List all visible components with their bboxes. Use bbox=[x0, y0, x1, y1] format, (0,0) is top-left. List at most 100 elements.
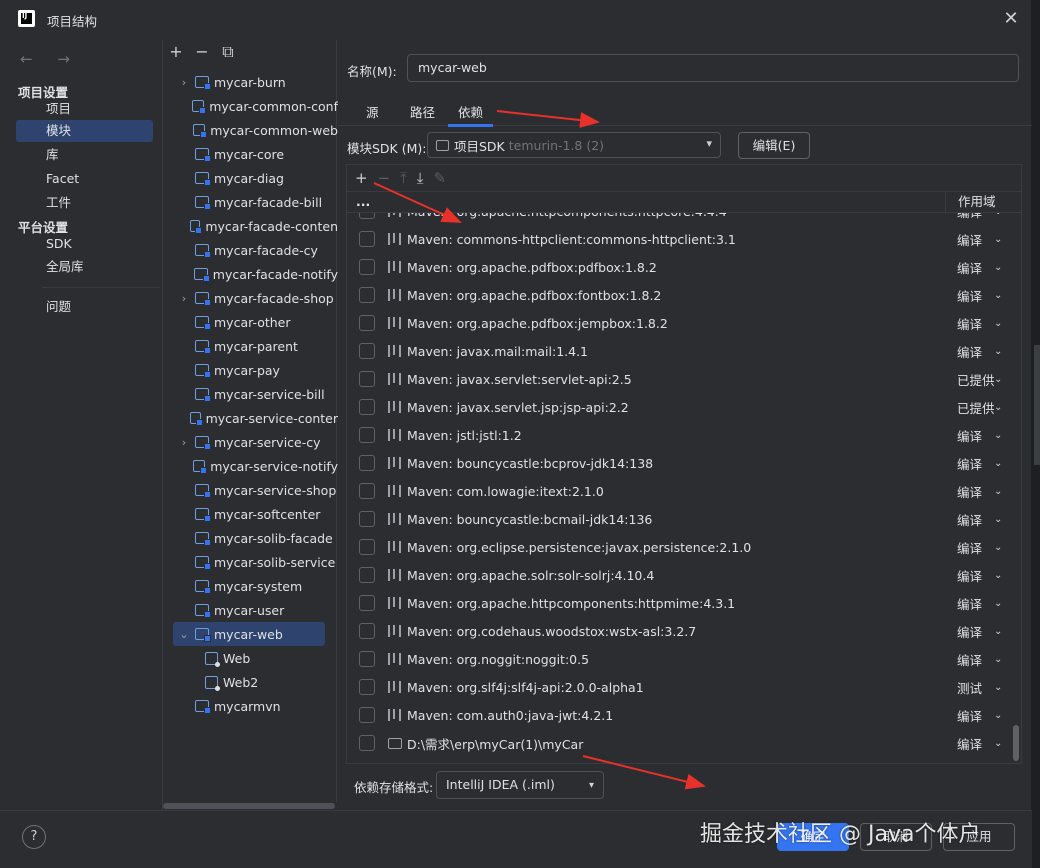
tree-module-item[interactable]: › mycar-facade-shop bbox=[163, 286, 338, 310]
chevron-down-icon[interactable]: ⌄ bbox=[994, 710, 1002, 721]
scope-select[interactable]: 测试 bbox=[957, 678, 982, 697]
scope-select[interactable]: 编译 bbox=[957, 650, 982, 669]
tree-module-item[interactable]: mycar-facade-conten bbox=[163, 214, 338, 238]
chevron-down-icon[interactable]: ⌄ bbox=[994, 318, 1002, 329]
tree-module-item[interactable]: mycar-parent bbox=[163, 334, 338, 358]
dependency-row[interactable]: Maven: com.auth0:java-jwt:4.2.1 编译 ⌄ bbox=[347, 701, 1013, 729]
dependency-row[interactable]: Maven: org.codehaus.woodstox:wstx-asl:3.… bbox=[347, 617, 1013, 645]
export-checkbox[interactable] bbox=[359, 259, 375, 275]
nav-item-global-libraries[interactable]: 全局库 bbox=[16, 256, 153, 278]
close-icon[interactable]: ✕ bbox=[1000, 8, 1022, 30]
help-icon[interactable]: ? bbox=[22, 825, 46, 849]
tree-horizontal-scrollbar[interactable] bbox=[163, 802, 338, 810]
tree-module-item[interactable]: mycar-other bbox=[163, 310, 338, 334]
dependency-row[interactable]: Maven: org.apache.pdfbox:fontbox:1.8.2 编译… bbox=[347, 281, 1013, 309]
export-checkbox[interactable] bbox=[359, 539, 375, 555]
export-checkbox[interactable] bbox=[359, 595, 375, 611]
dependency-row[interactable]: Maven: jstl:jstl:1.2 编译 ⌄ bbox=[347, 421, 1013, 449]
scope-select[interactable]: 编译 bbox=[957, 213, 982, 221]
remove-dependency-icon[interactable]: − bbox=[378, 169, 391, 187]
tree-module-item[interactable]: mycarmvn bbox=[163, 694, 338, 718]
module-name-input[interactable]: mycar-web bbox=[407, 54, 1019, 82]
scope-select[interactable]: 编译 bbox=[957, 454, 982, 473]
tree-module-item[interactable]: mycar-facade-notify bbox=[163, 262, 338, 286]
nav-item-libraries[interactable]: 库 bbox=[16, 144, 153, 166]
dependency-row[interactable]: Maven: javax.servlet:servlet-api:2.5 已提供 ⌄ bbox=[347, 365, 1013, 393]
chevron-down-icon[interactable]: ⌄ bbox=[994, 374, 1002, 385]
tree-module-item[interactable]: mycar-service-shop bbox=[163, 478, 338, 502]
export-checkbox[interactable] bbox=[359, 213, 375, 219]
chevron-down-icon[interactable]: ⌄ bbox=[994, 682, 1002, 693]
dependency-row[interactable]: Maven: bouncycastle:bcprov-jdk14:138 编译 ⌄ bbox=[347, 449, 1013, 477]
tab-dependencies[interactable]: 依赖 bbox=[447, 102, 494, 127]
export-checkbox[interactable] bbox=[359, 707, 375, 723]
tree-module-item[interactable]: › mycar-service-cy bbox=[163, 430, 338, 454]
nav-item-project[interactable]: 项目 bbox=[16, 98, 153, 120]
add-dependency-icon[interactable]: + bbox=[355, 169, 368, 187]
nav-item-sdks[interactable]: SDK bbox=[16, 233, 153, 255]
tree-module-item[interactable]: mycar-core bbox=[163, 142, 338, 166]
chevron-right-icon[interactable]: › bbox=[177, 436, 191, 449]
tree-module-item[interactable]: mycar-solib-service bbox=[163, 550, 338, 574]
chevron-down-icon[interactable]: ⌄ bbox=[994, 262, 1002, 273]
export-checkbox[interactable] bbox=[359, 343, 375, 359]
chevron-down-icon[interactable]: ⌄ bbox=[994, 402, 1002, 413]
chevron-down-icon[interactable]: ⌄ bbox=[994, 234, 1002, 245]
storage-format-select[interactable]: IntelliJ IDEA (.iml) ▾ bbox=[436, 771, 604, 799]
tab-sources[interactable]: 源 bbox=[366, 102, 379, 126]
export-checkbox[interactable] bbox=[359, 287, 375, 303]
tree-module-item[interactable]: mycar-diag bbox=[163, 166, 338, 190]
export-checkbox[interactable] bbox=[359, 735, 375, 751]
move-up-icon[interactable]: ⤒ bbox=[400, 169, 407, 187]
tree-module-item[interactable]: mycar-service-conter bbox=[163, 406, 338, 430]
export-checkbox[interactable] bbox=[359, 651, 375, 667]
copy-module-icon[interactable]: ⧉ bbox=[221, 42, 235, 64]
dependency-row[interactable]: Maven: org.apache.solr:solr-solrj:4.10.4… bbox=[347, 561, 1013, 589]
chevron-right-icon[interactable]: › bbox=[177, 76, 191, 89]
scope-select[interactable]: 编译 bbox=[957, 426, 982, 445]
dependency-row[interactable]: Maven: org.apache.httpcomponents:httpmim… bbox=[347, 589, 1013, 617]
export-checkbox[interactable] bbox=[359, 567, 375, 583]
tree-module-item[interactable]: mycar-solib-facade bbox=[163, 526, 338, 550]
nav-item-problems[interactable]: 问题 bbox=[16, 296, 153, 318]
chevron-down-icon[interactable]: ⌄ bbox=[994, 598, 1002, 609]
nav-item-artifacts[interactable]: 工件 bbox=[16, 192, 153, 214]
back-forward-arrows[interactable]: ← → bbox=[20, 50, 80, 68]
chevron-down-icon[interactable]: ⌄ bbox=[994, 654, 1002, 665]
scope-select[interactable]: 编译 bbox=[957, 230, 982, 249]
export-checkbox[interactable] bbox=[359, 679, 375, 695]
scope-select[interactable]: 编译 bbox=[957, 314, 982, 333]
export-checkbox[interactable] bbox=[359, 399, 375, 415]
export-checkbox[interactable] bbox=[359, 315, 375, 331]
module-sdk-select[interactable]: 项目SDK temurin-1.8 (2) ▾ bbox=[427, 132, 721, 158]
scope-select[interactable]: 编译 bbox=[957, 538, 982, 557]
dependency-row[interactable]: Maven: org.apache.pdfbox:jempbox:1.8.2 编译… bbox=[347, 309, 1013, 337]
chevron-down-icon[interactable]: ⌄ bbox=[994, 458, 1002, 469]
chevron-down-icon[interactable]: ⌄ bbox=[177, 628, 191, 641]
chevron-down-icon[interactable]: ⌄ bbox=[994, 486, 1002, 497]
dependency-row[interactable]: Maven: commons-httpclient:commons-httpcl… bbox=[347, 225, 1013, 253]
scope-select[interactable]: 编译 bbox=[957, 622, 982, 641]
tree-module-item[interactable]: mycar-facade-cy bbox=[163, 238, 338, 262]
chevron-down-icon[interactable]: ⌄ bbox=[994, 570, 1002, 581]
scope-select[interactable]: 编译 bbox=[957, 566, 982, 585]
chevron-down-icon[interactable]: ⌄ bbox=[994, 542, 1002, 553]
export-checkbox[interactable] bbox=[359, 623, 375, 639]
scope-select[interactable]: 编译 bbox=[957, 258, 982, 277]
scope-select[interactable]: 编译 bbox=[957, 706, 982, 725]
tree-module-item[interactable]: mycar-pay bbox=[163, 358, 338, 382]
scope-select[interactable]: 编译 bbox=[957, 510, 982, 529]
scope-select[interactable]: 已提供 bbox=[957, 370, 995, 389]
export-checkbox[interactable] bbox=[359, 511, 375, 527]
tree-module-item[interactable]: ⌄ mycar-web bbox=[163, 622, 338, 646]
dependency-row[interactable]: Maven: com.lowagie:itext:2.1.0 编译 ⌄ bbox=[347, 477, 1013, 505]
column-header-export[interactable]: ... bbox=[356, 194, 370, 209]
nav-item-facets[interactable]: Facet bbox=[16, 168, 153, 190]
dependency-row[interactable]: Maven: org.apache.pdfbox:pdfbox:1.8.2 编译 ⌄ bbox=[347, 253, 1013, 281]
dependencies-scrollbar[interactable] bbox=[1011, 213, 1021, 763]
dependency-row[interactable]: Maven: org.apache.httpcomponents:httpcor… bbox=[347, 213, 1013, 225]
chevron-right-icon[interactable]: › bbox=[177, 292, 191, 305]
tree-module-item[interactable]: mycar-service-notify bbox=[163, 454, 338, 478]
nav-item-modules[interactable]: 模块 bbox=[16, 120, 153, 142]
chevron-down-icon[interactable]: ⌄ bbox=[994, 346, 1002, 357]
